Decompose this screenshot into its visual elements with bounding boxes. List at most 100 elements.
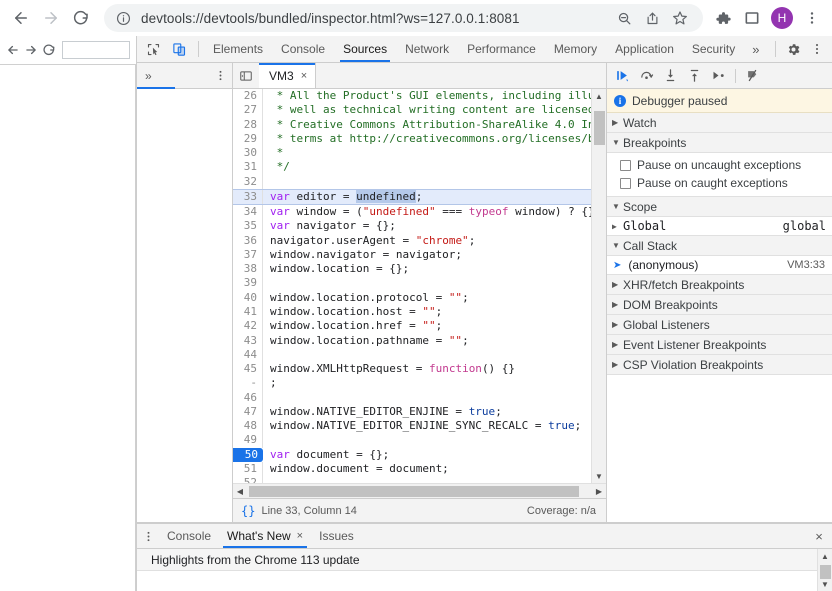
side-panel-icon[interactable] xyxy=(738,4,766,32)
drawer-close-button[interactable]: × xyxy=(806,524,832,548)
line-number[interactable]: 36 xyxy=(233,233,263,248)
section-global-listeners[interactable]: ▶ Global Listeners xyxy=(607,315,832,335)
browser-menu-icon[interactable] xyxy=(798,4,826,32)
show-navigator-icon[interactable] xyxy=(233,63,259,88)
drawer-tab-console[interactable]: Console xyxy=(159,524,219,548)
section-watch[interactable]: ▶ Watch xyxy=(607,113,832,133)
code-text[interactable] xyxy=(263,476,591,483)
drawer-scroll-up-arrow-icon[interactable]: ▲ xyxy=(818,549,832,563)
section-event-listener-breakpoints[interactable]: ▶ Event Listener Breakpoints xyxy=(607,335,832,355)
line-number[interactable]: 51 xyxy=(233,461,263,477)
navigator-expand-button[interactable]: » xyxy=(145,69,152,83)
code-line[interactable]: 47 window.NATIVE_EDITOR_ENJINE = true; xyxy=(233,404,591,420)
code-text[interactable]: ; xyxy=(263,376,591,390)
code-line[interactable]: 48 window.NATIVE_EDITOR_ENJINE_SYNC_RECAL… xyxy=(233,419,591,434)
section-xhr-breakpoints[interactable]: ▶ XHR/fetch Breakpoints xyxy=(607,275,832,295)
share-icon[interactable] xyxy=(639,5,665,31)
code-line[interactable]: 37 window.navigator = navigator; xyxy=(233,247,591,263)
code-line[interactable]: 31 */ xyxy=(233,160,591,175)
step-over-button[interactable] xyxy=(635,65,658,87)
scroll-left-arrow-icon[interactable]: ◀ xyxy=(233,487,247,496)
code-line[interactable]: 26 * All the Product's GUI elements, inc… xyxy=(233,89,591,104)
scroll-up-arrow-icon[interactable]: ▲ xyxy=(592,89,607,103)
code-line[interactable]: 39 xyxy=(233,276,591,291)
section-call-stack[interactable]: ▼ Call Stack xyxy=(607,236,832,256)
code-text[interactable]: var navigator = {}; xyxy=(263,219,591,233)
device-toolbar-icon[interactable] xyxy=(167,37,191,61)
code-text[interactable]: window.location.pathname = ""; xyxy=(263,334,591,348)
line-number[interactable]: 46 xyxy=(233,390,263,405)
file-tab-vm3[interactable]: VM3 × xyxy=(259,63,317,88)
code-line[interactable]: 38 window.location = {}; xyxy=(233,262,591,277)
code-line[interactable]: 46 xyxy=(233,390,591,405)
omnibox[interactable]: devtools://devtools/bundled/inspector.ht… xyxy=(104,4,703,32)
inner-address-field[interactable] xyxy=(62,41,130,59)
drawer-menu-icon[interactable] xyxy=(137,524,159,548)
pause-uncaught-checkbox[interactable] xyxy=(620,159,631,171)
code-line[interactable]: 49 xyxy=(233,433,591,448)
vertical-scroll-thumb[interactable] xyxy=(594,111,605,145)
pretty-print-icon[interactable]: {} xyxy=(241,504,255,518)
resume-button[interactable] xyxy=(611,65,634,87)
code-text[interactable] xyxy=(263,175,591,189)
line-number[interactable]: 33 xyxy=(233,189,263,205)
tab-performance[interactable]: Performance xyxy=(458,36,545,62)
code-line[interactable]: 32 xyxy=(233,174,591,189)
code-text[interactable] xyxy=(263,391,591,405)
line-number[interactable]: 42 xyxy=(233,319,263,334)
line-number[interactable]: 34 xyxy=(233,205,263,220)
code-lines-container[interactable]: 26 * All the Product's GUI elements, inc… xyxy=(233,89,591,483)
line-number[interactable]: 40 xyxy=(233,290,263,305)
code-text[interactable]: window.navigator = navigator; xyxy=(263,248,591,262)
code-text[interactable]: window.location.protocol = ""; xyxy=(263,291,591,305)
tab-network[interactable]: Network xyxy=(396,36,458,62)
code-line[interactable]: 44 xyxy=(233,347,591,363)
code-text[interactable] xyxy=(263,348,591,362)
code-text[interactable]: window.XMLHttpRequest = function() {} xyxy=(263,362,591,376)
tab-console[interactable]: Console xyxy=(272,36,334,62)
code-text[interactable]: */ xyxy=(263,160,591,174)
code-line[interactable]: 42 window.location.href = ""; xyxy=(233,319,591,334)
info-circle-icon[interactable] xyxy=(116,11,131,26)
code-line[interactable]: 34 var window = ("undefined" === typeof w… xyxy=(233,205,591,220)
scope-global-row[interactable]: ▶ Global global xyxy=(607,217,832,236)
line-number[interactable]: 44 xyxy=(233,347,263,363)
line-number[interactable]: 31 xyxy=(233,160,263,175)
line-number[interactable]: 41 xyxy=(233,304,263,320)
tab-application[interactable]: Application xyxy=(606,36,683,62)
step-out-button[interactable] xyxy=(683,65,706,87)
code-line[interactable]: 43 window.location.pathname = ""; xyxy=(233,333,591,348)
section-dom-breakpoints[interactable]: ▶ DOM Breakpoints xyxy=(607,295,832,315)
line-number[interactable]: 37 xyxy=(233,247,263,263)
line-number[interactable]: - xyxy=(233,376,263,391)
scroll-down-arrow-icon[interactable]: ▼ xyxy=(592,469,607,483)
extensions-puzzle-icon[interactable] xyxy=(709,4,737,32)
step-button[interactable] xyxy=(707,65,730,87)
code-text[interactable]: window.document = document; xyxy=(263,462,591,476)
line-number[interactable]: 48 xyxy=(233,419,263,434)
line-number[interactable]: 45 xyxy=(233,362,263,377)
gear-icon[interactable] xyxy=(781,37,805,61)
code-text[interactable]: * All the Product's GUI elements, includ… xyxy=(263,89,591,103)
code-text[interactable]: var editor = undefined; xyxy=(263,189,591,205)
tab-memory[interactable]: Memory xyxy=(545,36,606,62)
section-csp-violation-breakpoints[interactable]: ▶ CSP Violation Breakpoints xyxy=(607,355,832,375)
horizontal-scroll-thumb[interactable] xyxy=(249,486,579,497)
pause-uncaught-row[interactable]: Pause on uncaught exceptions xyxy=(607,156,832,174)
line-number[interactable]: 52 xyxy=(233,476,263,483)
navigator-file-tree[interactable] xyxy=(137,89,232,522)
chevron-right-icon[interactable]: ▶ xyxy=(612,222,623,231)
code-text[interactable]: var document = {}; xyxy=(263,448,591,462)
drawer-scroll-down-arrow-icon[interactable]: ▼ xyxy=(818,577,832,591)
code-line[interactable]: 51 window.document = document; xyxy=(233,461,591,477)
line-number[interactable]: 49 xyxy=(233,433,263,448)
line-number[interactable]: 26 xyxy=(233,89,263,104)
code-text[interactable]: * terms at http://creativecommons.org/li… xyxy=(263,132,591,146)
zoom-out-icon[interactable] xyxy=(611,5,637,31)
browser-reload-button[interactable] xyxy=(66,3,96,33)
code-text[interactable]: window.location.host = ""; xyxy=(263,305,591,319)
line-number[interactable]: 27 xyxy=(233,103,263,118)
tab-sources[interactable]: Sources xyxy=(334,36,396,62)
section-breakpoints[interactable]: ▼ Breakpoints xyxy=(607,133,832,153)
code-line[interactable]: 28 * Creative Commons Attribution-ShareA… xyxy=(233,117,591,132)
